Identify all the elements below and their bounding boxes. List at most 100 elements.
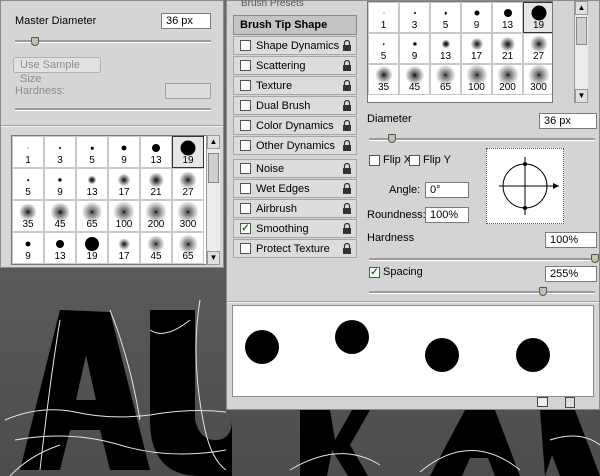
brush-thumbnail[interactable]: 300 (523, 63, 552, 95)
tip-grid-scrollbar[interactable]: ▲ ▼ (574, 1, 588, 103)
brush-option-wet-edges[interactable]: Wet Edges (233, 179, 357, 198)
scroll-thumb[interactable] (208, 153, 219, 183)
option-checkbox[interactable] (240, 120, 251, 131)
brush-thumbnail[interactable]: 65 (172, 232, 204, 264)
spacing-input[interactable]: 255% (545, 266, 597, 282)
brush-thumbnail[interactable]: 27 (172, 168, 204, 200)
brush-option-color-dynamics[interactable]: Color Dynamics (233, 116, 357, 135)
brush-thumbnail[interactable]: 65 (76, 200, 108, 232)
trash-icon[interactable] (565, 396, 575, 408)
brush-thumbnail[interactable]: 300 (172, 200, 204, 232)
lock-icon[interactable] (342, 139, 352, 151)
brush-thumbnail[interactable]: 9 (461, 2, 492, 33)
option-checkbox[interactable] (240, 183, 251, 194)
brush-thumbnail[interactable]: 45 (44, 200, 76, 232)
lock-icon[interactable] (342, 99, 352, 111)
brush-thumbnail[interactable]: 27 (523, 33, 552, 64)
brush-thumbnail[interactable]: 100 (461, 63, 492, 95)
option-checkbox[interactable]: ✓ (240, 223, 251, 234)
master-diameter-slider-thumb[interactable] (30, 37, 39, 46)
brush-thumbnail[interactable]: 9 (108, 136, 140, 168)
brush-thumbnail[interactable]: 35 (12, 200, 44, 232)
hardness-input[interactable]: 100% (545, 232, 597, 248)
scroll-up-icon[interactable]: ▲ (207, 135, 220, 149)
brush-option-other-dynamics[interactable]: Other Dynamics (233, 136, 357, 155)
scroll-down-icon[interactable]: ▼ (575, 89, 588, 103)
new-preset-icon[interactable] (537, 397, 548, 407)
spacing-slider-thumb[interactable] (539, 287, 548, 296)
brush-option-scattering[interactable]: Scattering (233, 56, 357, 75)
brush-tip-shape-item[interactable]: Brush Tip Shape (233, 15, 357, 35)
option-checkbox[interactable] (240, 163, 251, 174)
use-sample-size-button[interactable]: Use Sample Size (13, 57, 101, 85)
brush-grid-scrollbar[interactable]: ▲ ▼ (206, 135, 220, 265)
lock-icon[interactable] (342, 242, 352, 254)
brush-thumbnail[interactable]: 1 (368, 2, 399, 33)
scroll-up-icon[interactable]: ▲ (575, 1, 588, 15)
brush-thumbnail[interactable]: 200 (492, 63, 523, 95)
brush-thumbnail[interactable]: 21 (140, 168, 172, 200)
hardness-slider-track[interactable] (369, 258, 595, 261)
angle-input[interactable]: 0° (425, 182, 469, 198)
brush-thumbnail[interactable]: 13 (492, 2, 523, 33)
brush-option-smoothing[interactable]: ✓ Smoothing (233, 219, 357, 238)
brush-thumbnail[interactable]: 13 (44, 232, 76, 264)
brush-option-texture[interactable]: Texture (233, 76, 357, 95)
brush-option-protect-texture[interactable]: Protect Texture (233, 239, 357, 258)
scroll-down-icon[interactable]: ▼ (207, 251, 220, 265)
lock-icon[interactable] (342, 202, 352, 214)
brush-thumbnail[interactable]: 3 (399, 2, 430, 33)
brush-thumbnail[interactable]: 100 (108, 200, 140, 232)
brush-thumbnail[interactable]: 5 (12, 168, 44, 200)
brush-option-airbrush[interactable]: Airbrush (233, 199, 357, 218)
brush-thumbnail[interactable]: 5 (368, 33, 399, 64)
lock-icon[interactable] (342, 222, 352, 234)
hardness-slider-track[interactable] (15, 108, 211, 111)
lock-icon[interactable] (342, 39, 352, 51)
brush-option-shape-dynamics[interactable]: Shape Dynamics (233, 36, 357, 55)
master-diameter-slider-track[interactable] (15, 40, 211, 43)
brush-thumbnail[interactable]: 65 (430, 64, 461, 95)
brush-thumbnail[interactable]: 35 (368, 64, 399, 95)
hardness-slider-thumb[interactable] (591, 254, 599, 263)
brush-option-dual-brush[interactable]: Dual Brush (233, 96, 357, 115)
diameter-slider-track[interactable] (369, 138, 595, 141)
brush-thumbnail[interactable]: 13 (140, 136, 172, 168)
option-checkbox[interactable] (240, 80, 251, 91)
brush-thumbnail[interactable]: 13 (430, 33, 461, 64)
brush-thumbnail[interactable]: 13 (76, 168, 108, 200)
lock-icon[interactable] (342, 59, 352, 71)
brush-thumbnail[interactable]: 9 (44, 168, 76, 200)
brush-tip-thumbnail-grid[interactable]: 1 3 5 9 13 19 5 9 13 17 21 27 35 45 65 100 200 300 (367, 1, 553, 103)
scroll-thumb[interactable] (576, 17, 587, 45)
brush-thumbnail[interactable]: 9 (12, 232, 44, 264)
master-diameter-input[interactable]: 36 px (161, 13, 211, 29)
lock-icon[interactable] (342, 119, 352, 131)
brush-thumbnail[interactable]: 17 (108, 232, 140, 264)
lock-icon[interactable] (342, 162, 352, 174)
lock-icon[interactable] (342, 79, 352, 91)
brush-thumbnail[interactable]: 5 (76, 136, 108, 168)
flip-x-checkbox[interactable] (369, 155, 380, 166)
brush-thumbnail[interactable]: 200 (140, 200, 172, 232)
hardness-input[interactable] (165, 83, 211, 99)
spacing-checkbox[interactable]: ✓ (369, 267, 380, 278)
brush-thumbnail[interactable]: 45 (399, 64, 430, 95)
diameter-slider-thumb[interactable] (387, 134, 396, 143)
option-checkbox[interactable] (240, 140, 251, 151)
angle-roundness-widget[interactable] (486, 148, 564, 224)
brush-thumbnail[interactable]: 3 (44, 136, 76, 168)
brush-thumbnail[interactable]: 21 (492, 33, 523, 64)
spacing-slider-track[interactable] (369, 291, 595, 294)
flip-y-checkbox[interactable] (409, 155, 420, 166)
brush-thumbnail[interactable]: 9 (399, 33, 430, 64)
brush-thumbnail-grid[interactable]: 1 3 5 9 13 19 5 9 13 17 21 27 35 45 65 100 200 300 9 13 19 17… (11, 135, 207, 265)
roundness-input[interactable]: 100% (425, 207, 469, 223)
option-checkbox[interactable] (240, 203, 251, 214)
brush-option-noise[interactable]: Noise (233, 159, 357, 178)
brush-thumbnail[interactable]: 45 (140, 232, 172, 264)
brush-thumbnail[interactable]: 19 (76, 232, 108, 264)
brush-thumbnail[interactable]: 5 (430, 2, 461, 33)
option-checkbox[interactable] (240, 40, 251, 51)
brush-thumbnail[interactable]: 17 (108, 168, 140, 200)
